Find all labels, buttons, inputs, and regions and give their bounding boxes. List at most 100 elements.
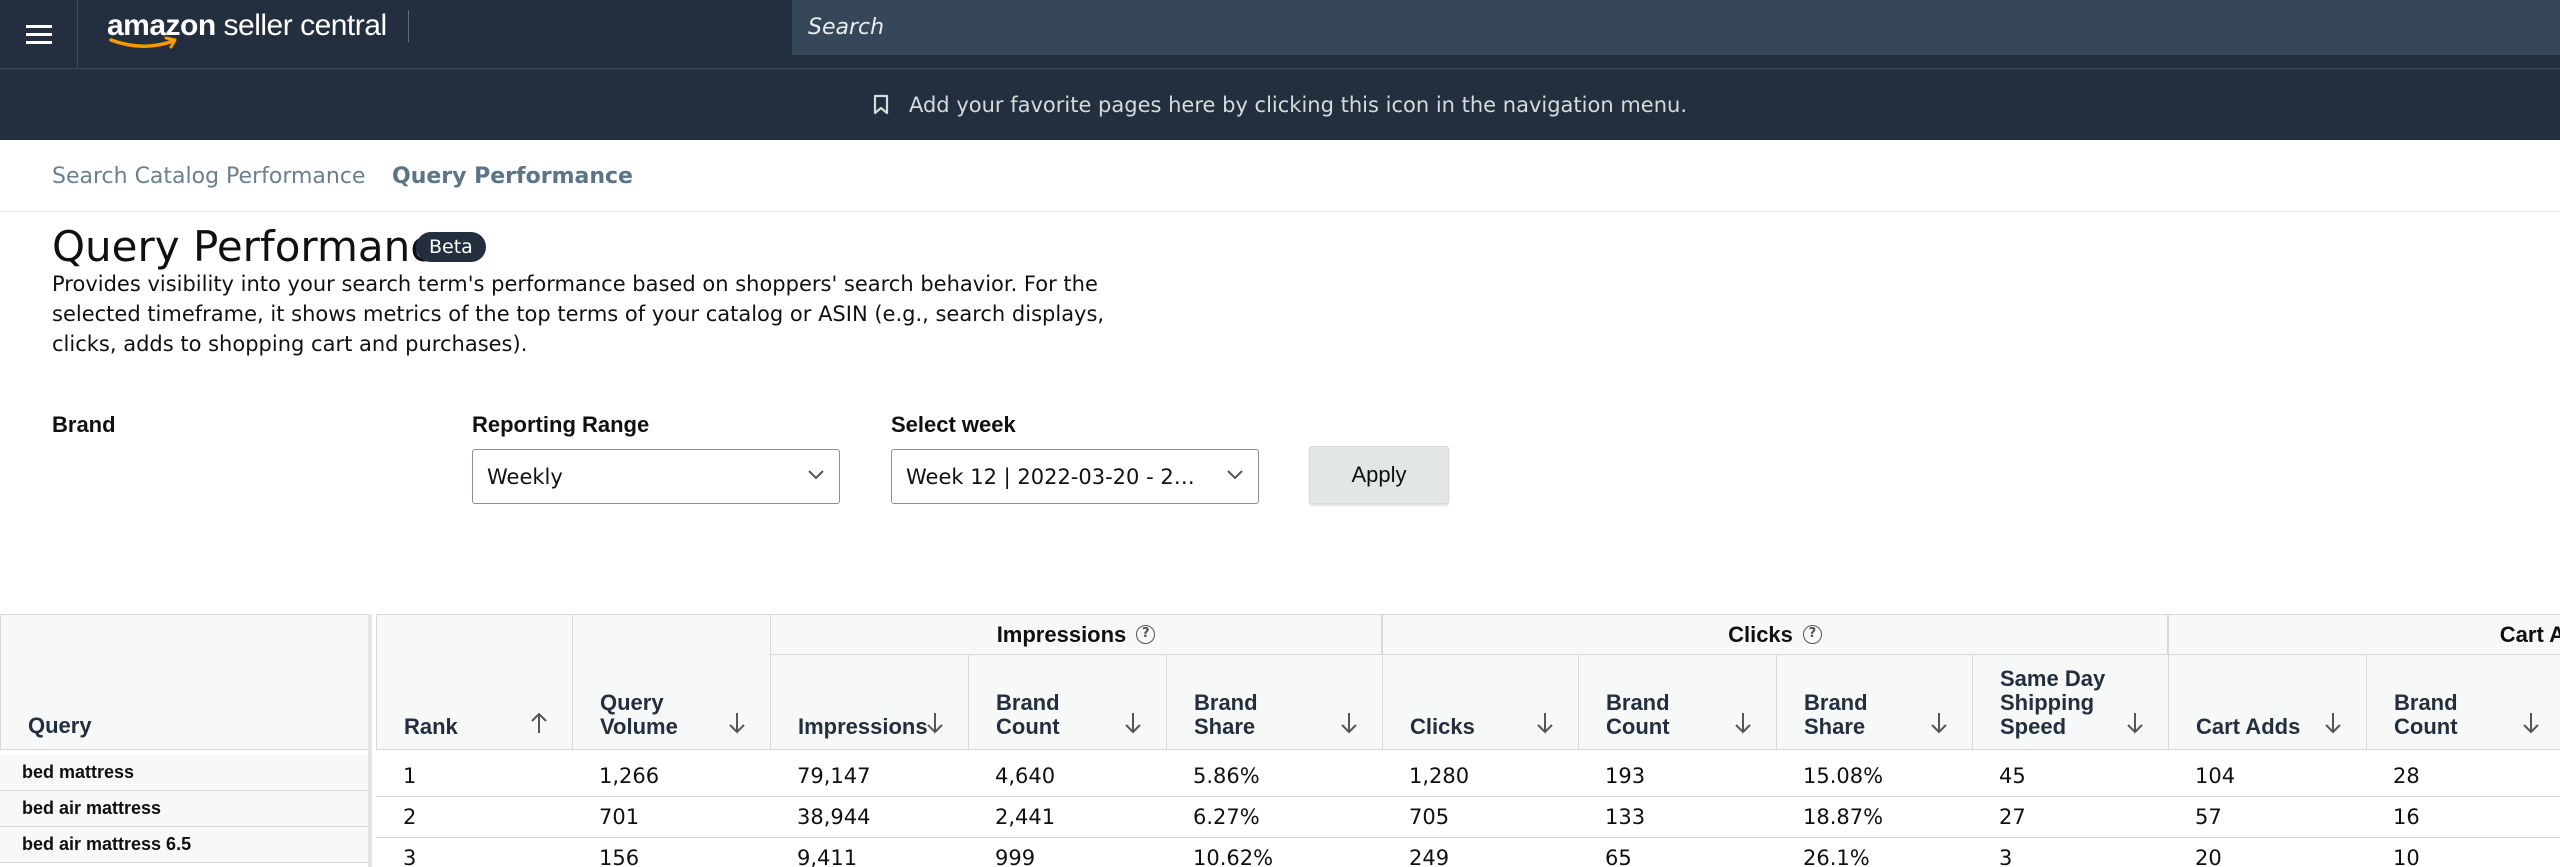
query-cell[interactable]: bed air mattress 6.5	[0, 827, 368, 863]
select-week-select[interactable]: Week 12 | 2022-03-20 - 2022-03-26	[891, 449, 1259, 504]
clicks-group-label: Clicks	[1728, 621, 1793, 647]
cart-adds-group-header: Cart A	[2168, 614, 2560, 654]
sort-descending-icon[interactable]	[1535, 711, 1555, 735]
select-week-value: Week 12 | 2022-03-20 - 2022-03-26	[906, 464, 1206, 489]
table-cell: 999	[995, 845, 1036, 867]
logo-text-rest: seller central	[215, 9, 388, 42]
table-cell: 249	[1409, 845, 1450, 867]
table-cell: 20	[2195, 845, 2222, 867]
query-column: Query bed mattress bed air mattress bed …	[0, 614, 372, 867]
table-cell: 5.86%	[1193, 763, 1260, 788]
table-cell: 193	[1605, 763, 1646, 788]
table-cell: 45	[1999, 763, 2026, 788]
clicks-group-header: Clicks ?	[1382, 614, 2168, 654]
query-column-header[interactable]: Query	[0, 614, 368, 750]
table-cell: 4,640	[995, 763, 1056, 788]
cart-adds-group-label: Cart A	[2499, 621, 2560, 647]
column-header-label: Rank	[404, 714, 458, 739]
column-header[interactable]: Same Day Shipping Speed	[1972, 654, 2168, 750]
sort-descending-icon[interactable]	[1339, 711, 1359, 735]
table-cell: 18.87%	[1803, 804, 1884, 829]
report-tabs: Search Catalog Performance Query Perform…	[0, 140, 2560, 212]
amazon-smile-icon	[109, 36, 177, 49]
table-cell: 79,147	[797, 763, 871, 788]
table-cell: 26.1%	[1803, 845, 1870, 867]
column-header[interactable]: Brand Share	[1776, 654, 1972, 750]
sort-descending-icon[interactable]	[1733, 711, 1753, 735]
table-cell: 1,280	[1409, 763, 1470, 788]
query-cell[interactable]: bed mattress	[0, 755, 368, 791]
sort-descending-icon[interactable]	[2323, 711, 2343, 735]
header-divider	[408, 10, 409, 42]
global-search-input[interactable]	[792, 0, 2560, 55]
table-cell: 16	[2393, 804, 2420, 829]
chevron-down-icon	[808, 470, 824, 480]
table-cell: 65	[1605, 845, 1632, 867]
impressions-group-label: Impressions	[996, 621, 1127, 647]
table-cell: 2,441	[995, 804, 1056, 829]
column-header[interactable]: Brand Count	[968, 654, 1166, 750]
sort-descending-icon[interactable]	[925, 711, 945, 735]
column-header[interactable]: Clicks	[1382, 654, 1578, 750]
table-cell: 705	[1409, 804, 1450, 829]
column-header-label: Brand Count	[2394, 690, 2458, 739]
column-header[interactable]: Cart Adds	[2168, 654, 2366, 750]
page-description: Provides visibility into your search ter…	[52, 272, 1105, 356]
reporting-range-label: Reporting Range	[472, 412, 650, 437]
table-cell: 1	[403, 763, 417, 788]
table-cell: 38,944	[797, 804, 871, 829]
sort-descending-icon[interactable]	[1929, 711, 1949, 735]
favorites-bar: Add your favorite pages here by clicking…	[0, 68, 2560, 140]
sort-ascending-icon[interactable]	[529, 711, 549, 735]
chevron-down-icon	[1227, 470, 1243, 480]
column-header[interactable]: Impressions	[770, 654, 968, 750]
query-performance-table: Query bed mattress bed air mattress bed …	[0, 614, 2560, 867]
hamburger-menu-icon[interactable]	[0, 0, 78, 68]
apply-button[interactable]: Apply	[1309, 446, 1449, 504]
column-header-label: Brand Share	[1804, 690, 1868, 739]
column-header[interactable]: Rank	[376, 614, 572, 750]
table-cell: 10.62%	[1193, 845, 1274, 867]
reporting-range-value: Weekly	[487, 464, 563, 489]
tab-query-performance[interactable]: Query Performance	[392, 164, 633, 189]
column-header[interactable]: Query Volume	[572, 614, 770, 750]
tab-search-catalog-performance[interactable]: Search Catalog Performance	[52, 164, 365, 189]
query-cell[interactable]: bed air mattress	[0, 791, 368, 827]
table-cell: 701	[599, 804, 640, 829]
column-header-label: Cart Adds	[2196, 714, 2301, 739]
help-icon[interactable]: ?	[1802, 625, 1822, 644]
table-cell: 3	[1999, 845, 2013, 867]
table-cell: 15.08%	[1803, 763, 1884, 788]
table-cell: 2	[403, 804, 417, 829]
select-week-label: Select week	[891, 412, 1016, 437]
column-header[interactable]: Brand Count	[2366, 654, 2560, 750]
help-icon[interactable]: ?	[1136, 625, 1156, 644]
column-header-label: Brand Count	[996, 690, 1060, 739]
metrics-grid: Impressions ? Clicks ? Cart A Rank Query …	[376, 614, 2560, 867]
row-divider	[376, 837, 2560, 838]
column-header[interactable]: Brand Share	[1166, 654, 1382, 750]
global-search-box[interactable]	[792, 0, 2560, 55]
query-header-label: Query	[28, 713, 92, 738]
sort-descending-icon[interactable]	[727, 711, 747, 735]
sort-descending-icon[interactable]	[2125, 711, 2145, 735]
page-title: Query Performance	[52, 222, 460, 271]
table-cell: 133	[1605, 804, 1646, 829]
column-header[interactable]: Brand Count	[1578, 654, 1776, 750]
column-header-label: Brand Share	[1194, 690, 1258, 739]
table-cell: 57	[2195, 804, 2222, 829]
table-cell: 10	[2393, 845, 2420, 867]
amazon-seller-central-logo[interactable]: amazon seller central	[107, 6, 387, 50]
column-header-label: Query Volume	[600, 690, 678, 739]
column-header-label: Clicks	[1410, 714, 1475, 739]
sort-descending-icon[interactable]	[2521, 711, 2541, 735]
favorites-hint-text: Add your favorite pages here by clicking…	[908, 92, 1687, 117]
table-cell: 104	[2195, 763, 2236, 788]
column-header-label: Impressions	[798, 714, 928, 739]
table-cell: 9,411	[797, 845, 858, 867]
bookmark-icon	[873, 94, 889, 115]
reporting-range-select[interactable]: Weekly	[472, 449, 840, 504]
sort-descending-icon[interactable]	[1123, 711, 1143, 735]
row-divider	[376, 796, 2560, 797]
table-cell: 1,266	[599, 763, 660, 788]
